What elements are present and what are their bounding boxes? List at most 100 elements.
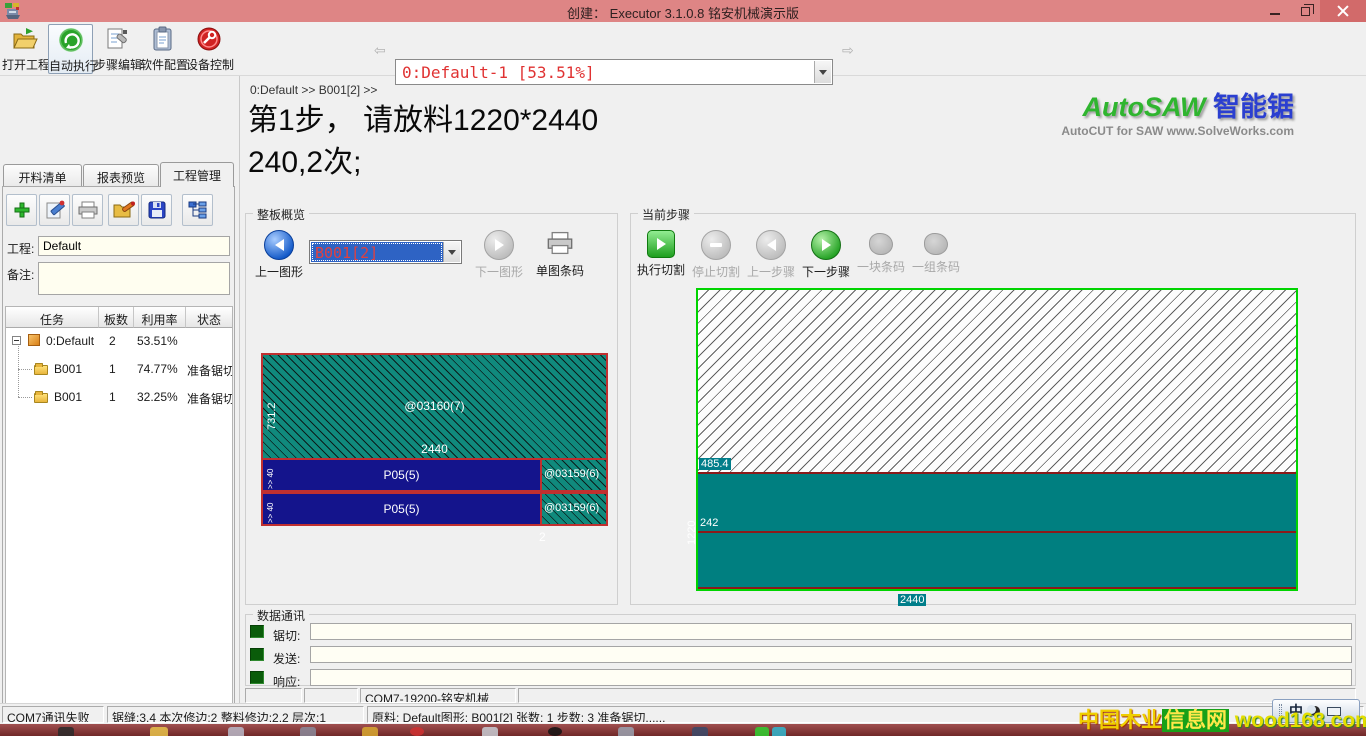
play-icon (647, 230, 675, 258)
piece-barcode-button[interactable]: 一块条码 (855, 230, 907, 275)
taskbar-icon[interactable] (692, 727, 708, 736)
pencil-icon (45, 200, 65, 220)
add-button[interactable] (6, 194, 37, 226)
taskbar-icon[interactable] (618, 727, 634, 736)
chevron-down-icon (448, 250, 456, 255)
task-selector-value: 0:Default-1 [53.51%] (402, 63, 595, 82)
strip-height-label: 242 (700, 517, 718, 529)
table-row[interactable]: B001 1 32.25% 准备锯切 (6, 386, 232, 408)
toolbar-button-label: 设备控制 (186, 56, 231, 73)
cell-task: 0:Default (46, 334, 94, 348)
tree-view-button[interactable] (182, 194, 213, 226)
breadcrumb: 0:Default >> B001[2] >> (250, 83, 377, 97)
project-cube-icon (28, 334, 40, 346)
window-title: 创建： Executor 3.1.0.8 铭安机械演示版 (0, 3, 1366, 22)
execute-cut-label: 执行切割 (635, 261, 687, 278)
board-region-offcut[interactable]: @03159(6) (540, 458, 608, 492)
graphic-selector-combo[interactable]: B001[2] (309, 240, 462, 264)
saw-data-input[interactable] (310, 623, 1352, 640)
minimize-button[interactable] (1260, 0, 1290, 22)
tab-project-manage[interactable]: 工程管理 (160, 162, 234, 187)
restore-button[interactable] (1290, 0, 1320, 22)
combo-dropdown-button[interactable] (814, 61, 831, 83)
board-overview-title: 整板概览 (253, 206, 309, 223)
stop-cut-label: 停止切割 (690, 263, 742, 280)
stop-cut-button[interactable]: 停止切割 (690, 230, 742, 280)
board-region-strip[interactable]: >> 40 P05(5) (261, 492, 542, 526)
taskbar-icon[interactable] (410, 727, 424, 736)
edit-button[interactable] (39, 194, 70, 226)
project-edit-button[interactable] (108, 194, 139, 226)
taskbar-icon[interactable] (150, 727, 168, 736)
next-graphic-button[interactable]: 下一图形 (474, 230, 524, 280)
column-header-boards[interactable]: 板数 (99, 307, 134, 328)
board-region-offcut[interactable]: @03159(6) (540, 492, 608, 526)
taskbar-icon[interactable] (228, 727, 244, 736)
remaining-material-region[interactable] (698, 290, 1296, 472)
software-config-button[interactable]: 软件配置 (140, 24, 185, 74)
instruction-line2: 240,2次; (248, 142, 808, 184)
remark-textarea[interactable] (38, 262, 230, 295)
column-header-status[interactable]: 状态 (186, 307, 232, 328)
cut-strip-region[interactable] (698, 533, 1296, 587)
cell-boards: 2 (109, 334, 116, 348)
group-barcode-button[interactable]: 一组条码 (910, 230, 962, 275)
prev-graphic-button[interactable]: 上一图形 (254, 230, 304, 280)
tree-collapse-icon[interactable] (12, 336, 21, 345)
auto-run-button[interactable]: 自动执行 (48, 24, 93, 74)
offcut-label: @03159(6) (544, 468, 599, 480)
task-selector-combo[interactable]: 0:Default-1 [53.51%] (395, 59, 833, 85)
board-width-label: 2440 (898, 594, 926, 606)
titlebar: 创建： Executor 3.1.0.8 铭安机械演示版 (0, 0, 1366, 22)
cell-task: B001 (54, 362, 82, 376)
logo-brand-cn: 智能锯 (1213, 92, 1294, 122)
print-button[interactable] (72, 194, 103, 226)
execute-cut-button[interactable]: 执行切割 (635, 230, 687, 278)
current-cut-diagram[interactable]: 485.4 242 1220 2440 (696, 288, 1298, 591)
taskbar-icon[interactable] (58, 727, 74, 736)
taskbar-icon[interactable] (482, 727, 498, 736)
tree-structure-icon (188, 201, 208, 219)
tab-report-preview[interactable]: 报表预览 (83, 164, 159, 187)
project-name-input[interactable] (38, 236, 230, 256)
piece-barcode-label: 一块条码 (855, 258, 907, 275)
nav-forward-arrow-icon[interactable]: ⇨ (842, 42, 854, 59)
tab-cutting-list[interactable]: 开料清单 (3, 164, 82, 187)
prev-step-button[interactable]: 上一步骤 (745, 230, 797, 280)
cell-rate: 32.25% (137, 390, 178, 404)
send-data-input[interactable] (310, 646, 1352, 663)
single-barcode-button[interactable]: 单图条码 (532, 230, 588, 279)
board-region-large[interactable]: 731.2 @03160(7) 2440 (261, 353, 608, 460)
save-button[interactable] (141, 194, 172, 226)
column-header-task[interactable]: 任务 (6, 307, 99, 328)
combo-dropdown-button[interactable] (443, 242, 460, 262)
taskbar-icon[interactable] (300, 727, 316, 736)
table-row[interactable]: 0:Default 2 53.51% (6, 330, 232, 352)
printer-icon (547, 230, 573, 256)
table-row[interactable]: B001 1 74.77% 准备锯切 (6, 358, 232, 380)
next-step-button[interactable]: 下一步骤 (800, 230, 852, 280)
cell-boards: 1 (109, 362, 116, 376)
data-comm-title: 数据通讯 (253, 607, 309, 624)
graphic-selector-value: B001[2] (315, 244, 378, 262)
taskbar-icon[interactable] (362, 727, 378, 736)
column-header-rate[interactable]: 利用率 (134, 307, 186, 328)
cut-strip-region[interactable] (698, 474, 1296, 531)
taskbar-icon[interactable] (755, 727, 769, 736)
sub-status-segment (245, 688, 302, 703)
taskbar-icon[interactable] (548, 727, 562, 736)
region-width-label: 2440 (263, 442, 606, 456)
close-button[interactable] (1320, 0, 1366, 22)
response-data-input[interactable] (310, 669, 1352, 686)
taskbar-icon[interactable] (772, 727, 786, 736)
step-edit-button[interactable]: 步骤编辑 (94, 24, 139, 74)
sub-status-segment (304, 688, 358, 703)
saw-params-segment: 锯缝:3.4 本次修边:2 整料修边:2,2 层次:1 (107, 706, 364, 723)
board-layout-diagram[interactable]: 731.2 @03160(7) 2440 >> 40 P05(5) @03159… (261, 353, 608, 526)
nav-back-arrow-icon[interactable]: ⇦ (374, 42, 386, 59)
board-region-strip[interactable]: >> 40 P05(5) (261, 458, 542, 492)
open-folder-icon (2, 24, 47, 54)
open-project-button[interactable]: 打开工程 (2, 24, 47, 74)
device-control-button[interactable]: 设备控制 (186, 24, 231, 74)
minimize-icon (1270, 13, 1280, 15)
